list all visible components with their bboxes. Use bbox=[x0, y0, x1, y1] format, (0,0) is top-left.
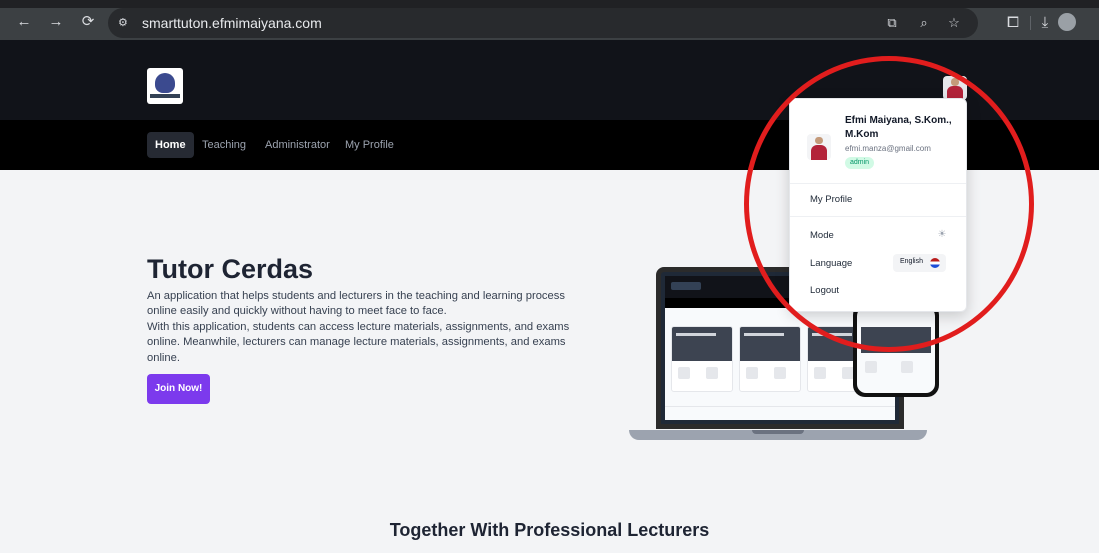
nav-item-teaching[interactable]: Teaching bbox=[194, 132, 254, 158]
logo-mascot-icon bbox=[155, 73, 175, 93]
nav-item-my-profile[interactable]: My Profile bbox=[337, 132, 402, 158]
zoom-icon[interactable]: ⌕ bbox=[916, 15, 932, 31]
bookmark-star-icon[interactable]: ☆ bbox=[946, 15, 962, 31]
mini-course-card bbox=[739, 326, 801, 392]
hero-title: Tutor Cerdas bbox=[147, 254, 314, 284]
profile-icon[interactable] bbox=[1058, 13, 1076, 31]
annotation-circle bbox=[744, 56, 1034, 352]
toolbar-divider bbox=[1030, 16, 1031, 30]
join-now-button[interactable]: Join Now! bbox=[147, 374, 210, 404]
reload-icon[interactable]: ⟳ bbox=[80, 14, 96, 30]
nav-item-administrator[interactable]: Administrator bbox=[257, 132, 338, 158]
url-text[interactable]: smarttuton.efmimaiyana.com bbox=[142, 15, 322, 31]
back-arrow-icon[interactable]: ← bbox=[16, 14, 32, 30]
download-icon[interactable]: ⤓ bbox=[1036, 14, 1054, 32]
site-logo[interactable] bbox=[147, 68, 183, 104]
forward-arrow-icon[interactable]: → bbox=[48, 14, 64, 30]
address-bar[interactable]: ⚙ smarttuton.efmimaiyana.com ⧉ ⌕ ☆ bbox=[108, 8, 978, 38]
nav-item-home[interactable]: Home bbox=[147, 132, 194, 158]
extensions-icon[interactable]: ⧠ bbox=[1004, 14, 1022, 32]
hero-description-1: An application that helps students and l… bbox=[147, 290, 565, 318]
browser-toolbar: ← → ⟳ ⚙ smarttuton.efmimaiyana.com ⧉ ⌕ ☆… bbox=[0, 0, 1099, 40]
logo-wordmark bbox=[150, 94, 180, 98]
hero-description: An application that helps students and l… bbox=[147, 289, 577, 366]
tab-strip bbox=[0, 0, 1099, 8]
mini-course-card bbox=[671, 326, 733, 392]
section-title: Together With Professional Lecturers bbox=[389, 520, 710, 540]
hero-description-2: With this application, students can acce… bbox=[147, 320, 570, 364]
translate-icon[interactable]: ⧉ bbox=[884, 15, 900, 31]
site-info-icon[interactable]: ⚙ bbox=[118, 16, 132, 30]
